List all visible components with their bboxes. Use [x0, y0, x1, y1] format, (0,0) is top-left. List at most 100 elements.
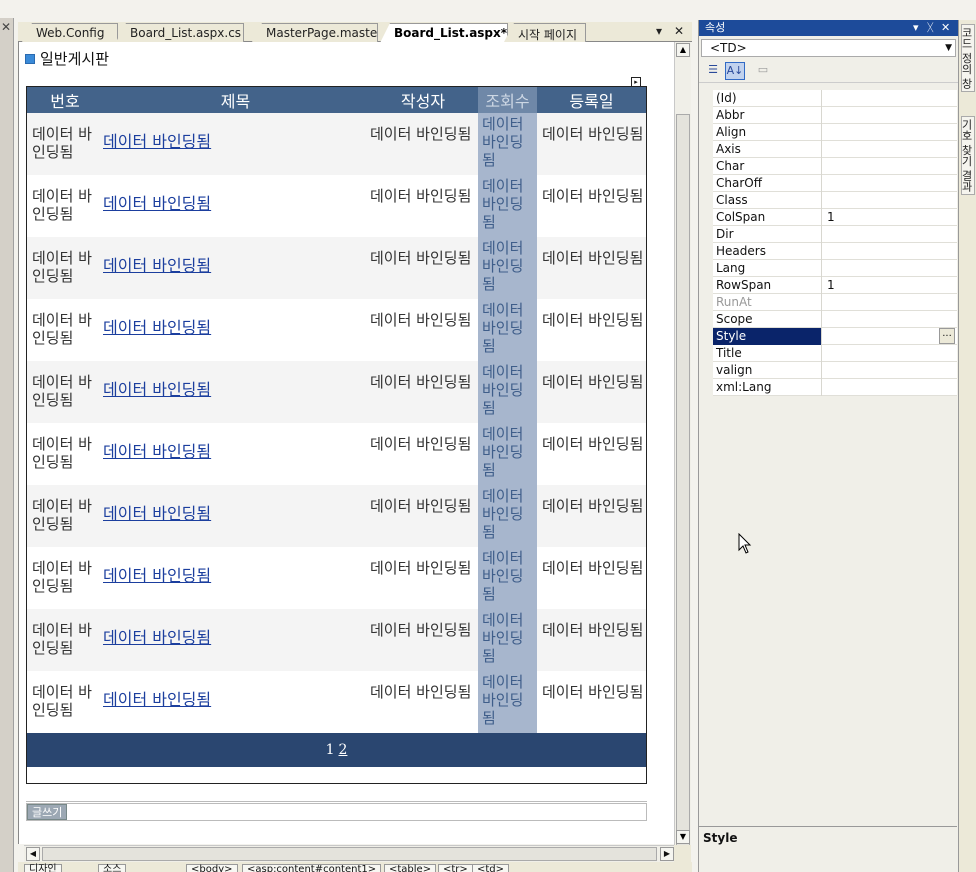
close-icon[interactable]: ✕: [1, 20, 11, 34]
property-row[interactable]: Abbr: [699, 107, 957, 124]
title-link[interactable]: 데이터 바인딩됨: [103, 628, 211, 647]
title-link[interactable]: 데이터 바인딩됨: [103, 504, 211, 523]
property-value[interactable]: [823, 175, 957, 192]
scroll-down-icon[interactable]: ▼: [676, 830, 690, 844]
property-row[interactable]: Char: [699, 158, 957, 175]
ellipsis-button[interactable]: ...: [939, 328, 955, 344]
property-value[interactable]: [823, 294, 957, 311]
col-header-number: 번호: [27, 87, 103, 113]
property-row[interactable]: ColSpan 1: [699, 209, 957, 226]
cell-date: 데이터 바인딩됨: [537, 113, 646, 175]
scroll-thumb[interactable]: [676, 114, 690, 861]
tab-master-page[interactable]: MasterPage.master: [252, 23, 378, 42]
property-row[interactable]: Dir: [699, 226, 957, 243]
property-value[interactable]: [823, 141, 957, 158]
property-row[interactable]: Title: [699, 345, 957, 362]
property-row[interactable]: Style...: [699, 328, 957, 345]
property-value[interactable]: [823, 362, 957, 379]
property-value[interactable]: [823, 328, 957, 345]
title-link[interactable]: 데이터 바인딩됨: [103, 442, 211, 461]
property-row[interactable]: CharOff: [699, 175, 957, 192]
tag-table[interactable]: <table>: [384, 864, 437, 872]
property-name: RunAt: [713, 294, 822, 311]
tab-board-list-cs[interactable]: Board_List.aspx.cs: [116, 23, 244, 42]
tag-tr[interactable]: <tr>: [438, 864, 473, 872]
property-name: Headers: [713, 243, 822, 260]
property-row[interactable]: Align: [699, 124, 957, 141]
property-row[interactable]: RunAt: [699, 294, 957, 311]
view-source-tab[interactable]: 소스: [98, 864, 127, 872]
side-tab-code-definition[interactable]: 코드 정의 창: [960, 24, 975, 92]
tag-content[interactable]: <asp:content#content1>: [242, 864, 382, 872]
alphabetical-icon[interactable]: A↓: [725, 62, 745, 80]
property-value[interactable]: [823, 379, 957, 396]
title-link[interactable]: 데이터 바인딩됨: [103, 566, 211, 585]
design-surface[interactable]: 일반게시판 번호 제목 작성자 조회수 등록일 데이터 바인딩됨 데이터 바인딩됨…: [18, 42, 674, 844]
tag-body[interactable]: <body>: [186, 864, 238, 872]
property-row[interactable]: Scope: [699, 311, 957, 328]
close-icon[interactable]: ✕: [941, 20, 950, 36]
property-value[interactable]: 1: [823, 209, 957, 226]
property-value[interactable]: [823, 311, 957, 328]
side-tab-find-symbol[interactable]: 기호 찾기 결과: [960, 116, 975, 195]
property-value[interactable]: [823, 90, 957, 107]
property-value[interactable]: [823, 260, 957, 277]
smart-tag-icon[interactable]: ▸: [631, 77, 641, 87]
page-title: 일반게시판: [25, 48, 109, 69]
title-link[interactable]: 데이터 바인딩됨: [103, 318, 211, 337]
pager-link-page[interactable]: 2: [339, 742, 348, 758]
property-row[interactable]: Axis: [699, 141, 957, 158]
title-link[interactable]: 데이터 바인딩됨: [103, 690, 211, 709]
object-selector[interactable]: <TD> ▼: [701, 39, 956, 57]
property-row[interactable]: valign: [699, 362, 957, 379]
tab-web-config[interactable]: Web.Config: [22, 23, 118, 42]
scroll-left-icon[interactable]: ◀: [26, 847, 40, 861]
vertical-scrollbar[interactable]: ▲ ▼: [674, 42, 691, 861]
chevron-down-icon[interactable]: ▾: [913, 20, 919, 36]
title-link[interactable]: 데이터 바인딩됨: [103, 194, 211, 213]
property-row[interactable]: Lang: [699, 260, 957, 277]
close-icon[interactable]: ✕: [674, 24, 684, 38]
title-link[interactable]: 데이터 바인딩됨: [103, 256, 211, 275]
scroll-right-icon[interactable]: ▶: [660, 847, 674, 861]
property-value[interactable]: 1: [823, 277, 957, 294]
property-value[interactable]: [823, 243, 957, 260]
tag-td[interactable]: <td>: [472, 864, 510, 872]
view-design-tab[interactable]: 디자인: [24, 864, 62, 872]
property-value[interactable]: [823, 226, 957, 243]
property-row[interactable]: RowSpan 1: [699, 277, 957, 294]
title-link[interactable]: 데이터 바인딩됨: [103, 380, 211, 399]
horizontal-scrollbar[interactable]: ◀ ▶: [24, 845, 674, 862]
property-value[interactable]: [823, 158, 957, 175]
property-value[interactable]: [823, 124, 957, 141]
property-row[interactable]: Headers: [699, 243, 957, 260]
scroll-up-icon[interactable]: ▲: [676, 43, 690, 57]
hscroll-thumb[interactable]: [42, 847, 657, 861]
tab-start-page[interactable]: 시작 페이지: [504, 23, 586, 42]
property-name: Scope: [713, 311, 822, 328]
chevron-down-icon[interactable]: ▾: [656, 24, 662, 38]
property-value[interactable]: [823, 345, 957, 362]
col-header-title: 제목: [103, 87, 368, 113]
property-row[interactable]: (Id): [699, 90, 957, 107]
property-value[interactable]: [823, 107, 957, 124]
property-row[interactable]: Class: [699, 192, 957, 209]
property-name: Axis: [713, 141, 822, 158]
categorized-icon[interactable]: ☰: [703, 62, 723, 80]
table-row: 데이터 바인딩됨 데이터 바인딩됨 데이터 바인딩됨 데이터 바인딩됨 데이터 바인딩됨: [27, 175, 646, 237]
property-value[interactable]: [823, 192, 957, 209]
description-title: Style: [703, 831, 738, 845]
pin-icon[interactable]: ᚷ: [927, 20, 934, 36]
property-pages-icon[interactable]: ▭: [753, 62, 773, 80]
cell-number: 데이터 바인딩됨: [27, 547, 103, 609]
property-row-gutter: [699, 311, 713, 328]
scroll-corner: [674, 845, 691, 862]
board-gridview[interactable]: 번호 제목 작성자 조회수 등록일 데이터 바인딩됨 데이터 바인딩됨 데이터 바인…: [26, 86, 647, 784]
chevron-down-icon[interactable]: ▼: [945, 40, 952, 56]
property-row[interactable]: xml:Lang: [699, 379, 957, 396]
tab-board-list-aspx[interactable]: Board_List.aspx*: [380, 23, 508, 43]
property-name: Class: [713, 192, 822, 209]
title-link[interactable]: 데이터 바인딩됨: [103, 132, 211, 151]
write-button[interactable]: 글쓰기: [27, 804, 68, 820]
cell-number: 데이터 바인딩됨: [27, 237, 103, 299]
